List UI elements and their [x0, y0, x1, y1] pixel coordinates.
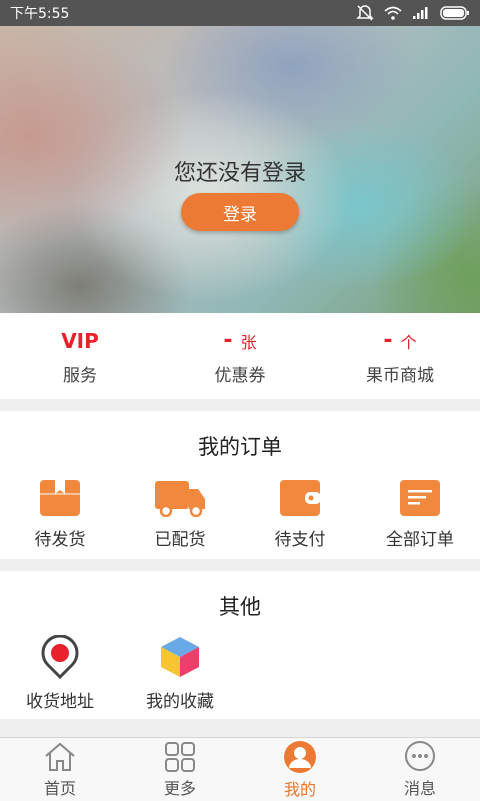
signal-icon — [413, 7, 428, 19]
order-allocated[interactable]: 已配货 — [120, 479, 240, 550]
coupons-value: -张 — [223, 328, 257, 353]
wallet-icon — [280, 480, 321, 516]
status-icons — [356, 5, 470, 21]
order-pending-shipment-label: 待发货 — [34, 530, 86, 550]
message-icon — [405, 740, 435, 771]
profile-header: 您还没有登录 登录 — [0, 26, 480, 313]
home-icon — [45, 742, 75, 771]
other-section: 其他 收货地址 我的收藏 — [0, 571, 480, 719]
coin-mall-label: 果币商城 — [366, 365, 434, 386]
tab-mine[interactable]: 我的 — [240, 738, 360, 801]
tab-mine-label: 我的 — [283, 779, 316, 799]
user-icon — [284, 740, 316, 773]
grid-icon — [165, 741, 195, 772]
not-logged-in-text: 您还没有登录 — [173, 161, 306, 186]
status-bar: 下午5:55 — [0, 0, 480, 26]
tab-home[interactable]: 首页 — [0, 738, 120, 801]
status-time: 下午5:55 — [10, 6, 70, 22]
location-pin-icon — [41, 635, 79, 679]
vip-value: VIP — [61, 328, 99, 353]
shipping-address[interactable]: 收货地址 — [0, 635, 120, 712]
orders-section: 我的订单 待发货 已配货 待支付 全部订单 — [0, 411, 480, 559]
other-title: 其他 — [219, 595, 261, 619]
login-button[interactable]: 登录 — [181, 193, 299, 231]
tab-more[interactable]: 更多 — [120, 738, 240, 801]
delivery-truck-icon — [155, 481, 205, 517]
package-icon — [40, 480, 80, 516]
battery-icon — [440, 6, 469, 20]
order-pending-payment[interactable]: 待支付 — [240, 479, 360, 550]
tab-messages-label: 消息 — [403, 778, 436, 798]
tab-home-label: 首页 — [43, 778, 76, 798]
order-all-label: 全部订单 — [386, 530, 454, 550]
stat-coin-mall[interactable]: -个 果币商城 — [320, 313, 480, 399]
coin-mall-value: -个 — [383, 328, 417, 353]
wifi-icon — [384, 6, 402, 20]
stats-row: VIP 服务 -张 优惠券 -个 果币商城 — [0, 313, 480, 399]
stat-vip[interactable]: VIP 服务 — [0, 313, 160, 399]
order-allocated-label: 已配货 — [154, 530, 206, 550]
bottom-tab-bar: 首页 更多 我的 消息 — [0, 737, 480, 801]
orders-title: 我的订单 — [198, 435, 282, 459]
my-favorites-label: 我的收藏 — [146, 692, 214, 712]
my-favorites[interactable]: 我的收藏 — [120, 635, 240, 712]
shipping-address-label: 收货地址 — [26, 692, 94, 712]
vip-label: 服务 — [63, 365, 97, 386]
mute-icon — [356, 5, 374, 21]
tab-messages[interactable]: 消息 — [360, 738, 480, 801]
coupons-label: 优惠券 — [214, 365, 266, 386]
order-list-icon — [400, 480, 440, 516]
stat-coupons[interactable]: -张 优惠券 — [160, 313, 320, 399]
order-pending-shipment[interactable]: 待发货 — [0, 479, 120, 550]
order-all[interactable]: 全部订单 — [360, 479, 480, 550]
tab-more-label: 更多 — [163, 778, 196, 798]
favorites-cube-icon — [161, 637, 199, 677]
order-pending-payment-label: 待支付 — [274, 530, 326, 550]
